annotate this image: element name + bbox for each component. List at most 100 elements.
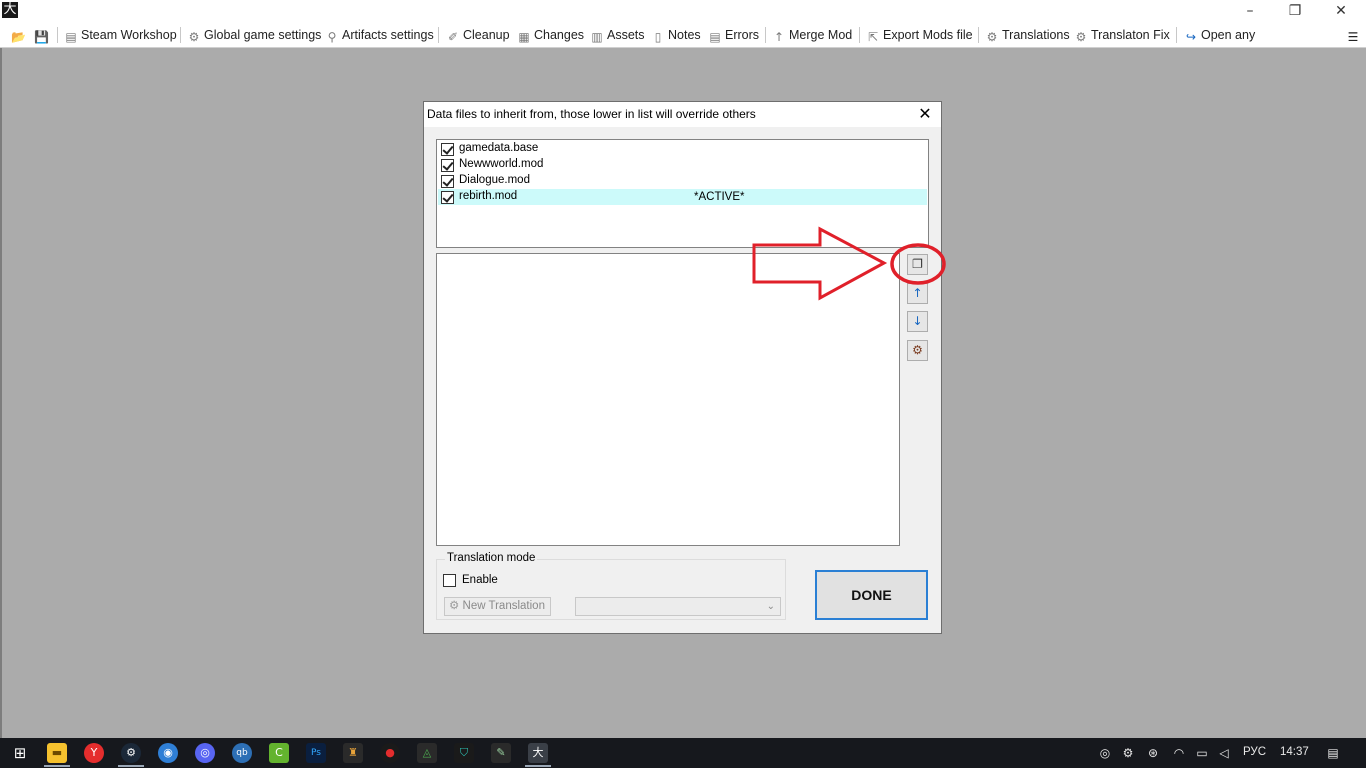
notifications-icon[interactable]: ▤ <box>1325 745 1341 761</box>
merge-mod-label: Merge Mod <box>789 28 853 42</box>
errors-icon: ▤ <box>709 30 721 44</box>
inherit-files-dialog: Data files to inherit from, those lower … <box>423 101 942 634</box>
export-mods-file-button[interactable]: ⇱ Export Mods file <box>866 26 973 44</box>
new-translation-label: New Translation <box>462 600 545 612</box>
artifacts-settings-label: Artifacts settings <box>342 28 434 42</box>
open-any-label: Open any <box>1201 28 1256 42</box>
open-any-button[interactable]: ↪ Open any <box>1184 26 1255 44</box>
yandex-browser-icon[interactable]: Y <box>84 743 104 763</box>
open-folder-icon: 📂 <box>11 30 26 44</box>
save-icon: 💾 <box>34 30 49 44</box>
translation-mode-legend: Translation mode <box>445 552 538 564</box>
cleanup-button[interactable]: ✐ Cleanup <box>446 26 510 44</box>
mod-checkbox[interactable] <box>441 159 454 172</box>
steam-workshop-label: Steam Workshop <box>81 28 177 42</box>
mod-row-active[interactable]: rebirth.mod *ACTIVE* <box>438 189 927 205</box>
mod-row[interactable]: Dialogue.mod <box>438 173 927 189</box>
workshop-icon: ▤ <box>65 30 77 44</box>
export-mods-file-label: Export Mods file <box>883 28 973 42</box>
clock[interactable]: 14:37 <box>1280 746 1309 758</box>
mod-name: gamedata.base <box>459 142 539 154</box>
errors-label: Errors <box>725 28 760 42</box>
translation-language-select[interactable]: ⌄ <box>575 597 781 616</box>
language-indicator[interactable]: РУС <box>1243 746 1266 758</box>
mod-checkbox[interactable] <box>441 143 454 156</box>
mod-row[interactable]: gamedata.base <box>438 141 927 157</box>
cleanup-label: Cleanup <box>463 28 510 42</box>
arrow-down-icon: ↓ <box>912 314 923 328</box>
file-explorer-icon[interactable]: ▬ <box>47 743 67 763</box>
windows-taskbar: ⊞ ▬ Y ⚙ ◉ ◎ qb C Ps ♜ ● ◬ ⛉ ✎ 大 ◎ ⚙ ⊛ ◠ … <box>0 738 1366 768</box>
notes-button[interactable]: ▯ Notes <box>651 26 701 44</box>
errors-button[interactable]: ▤ Errors <box>708 26 759 44</box>
done-button[interactable]: DONE <box>815 570 928 620</box>
close-window-button[interactable]: ✕ <box>1318 0 1364 22</box>
changes-label: Changes <box>534 28 585 42</box>
app-logo-icon: 大 <box>2 2 18 18</box>
translation-fix-button[interactable]: ⚙ Translaton Fix <box>1074 26 1170 44</box>
assets-button[interactable]: ▥ Assets <box>590 26 645 44</box>
changes-button[interactable]: ▦ Changes <box>517 26 584 44</box>
chevron-down-icon: ⌄ <box>766 601 775 612</box>
vpn-shield-icon[interactable]: ⛉ <box>454 743 474 763</box>
mod-checkbox[interactable] <box>441 175 454 188</box>
merge-mod-button[interactable]: ↑ Merge Mod <box>772 26 852 44</box>
move-up-button[interactable]: ↑ <box>907 283 928 304</box>
volume-icon[interactable]: ◁ <box>1216 745 1232 761</box>
open-folder-button[interactable]: 📂 <box>11 26 28 44</box>
arrow-up-icon: ↑ <box>912 286 923 300</box>
broom-icon: ✐ <box>447 30 459 44</box>
restore-button[interactable]: ❐ <box>1272 0 1318 22</box>
enable-translation-label: Enable <box>462 574 498 586</box>
mod-name: rebirth.mod <box>459 190 518 202</box>
wifi-icon[interactable]: ◠ <box>1171 745 1187 761</box>
translations-label: Translations <box>1002 28 1070 42</box>
assets-icon: ▥ <box>591 30 603 44</box>
vpn-tray-icon[interactable]: ⊛ <box>1145 745 1161 761</box>
notes-icon: ▯ <box>654 30 662 44</box>
save-button[interactable]: 💾 <box>34 26 51 44</box>
gear-icon: ⚙ <box>188 30 200 44</box>
inherited-mods-list[interactable]: gamedata.base Newwworld.mod Dialogue.mod… <box>436 139 929 248</box>
toolbar-overflow-button[interactable]: ☰ <box>1346 26 1363 44</box>
dialog-title: Data files to inherit from, those lower … <box>427 107 756 121</box>
qbittorrent-icon[interactable]: qb <box>232 743 252 763</box>
changes-icon: ▦ <box>518 30 530 44</box>
record-icon[interactable]: ● <box>380 743 400 763</box>
global-game-settings-button[interactable]: ⚙ Global game settings <box>187 26 322 44</box>
browser-icon[interactable]: ◉ <box>158 743 178 763</box>
main-toolbar: 📂 💾 ▤ Steam Workshop ⚙ Global game setting… <box>0 22 1366 48</box>
notes-app-icon[interactable]: ✎ <box>491 743 511 763</box>
chrome-icon[interactable]: ◬ <box>417 743 437 763</box>
discord-tray-icon[interactable]: ◎ <box>1097 745 1113 761</box>
photoshop-icon[interactable]: Ps <box>306 743 326 763</box>
translations-icon: ⚙ <box>986 30 998 44</box>
export-icon: ⇱ <box>867 30 879 44</box>
new-translation-button[interactable]: ⚙ New Translation <box>444 597 551 616</box>
windows-start-icon[interactable]: ⊞ <box>10 743 30 763</box>
move-down-button[interactable]: ↓ <box>907 311 928 332</box>
available-mods-list[interactable] <box>436 253 900 546</box>
steam-icon[interactable]: ⚙ <box>121 743 141 763</box>
dialog-close-icon[interactable]: ✕ <box>915 104 935 124</box>
artifact-icon: ⚲ <box>327 30 337 44</box>
merge-arrow-icon: ↑ <box>773 30 785 44</box>
camtasia-icon[interactable]: C <box>269 743 289 763</box>
translations-button[interactable]: ⚙ Translations <box>985 26 1070 44</box>
enable-translation-checkbox[interactable] <box>443 574 456 587</box>
battery-icon[interactable]: ▭ <box>1194 745 1210 761</box>
game-icon[interactable]: ♜ <box>343 743 363 763</box>
mod-editor-icon[interactable]: 大 <box>528 743 548 763</box>
menu-lines-icon: ☰ <box>1347 30 1359 44</box>
add-file-button[interactable]: ❐ <box>907 254 928 275</box>
mod-row[interactable]: Newwworld.mod <box>438 157 927 173</box>
artifacts-settings-button[interactable]: ⚲ Artifacts settings <box>325 26 434 44</box>
assets-label: Assets <box>607 28 645 42</box>
minimize-button[interactable]: – <box>1227 0 1273 22</box>
mod-checkbox[interactable] <box>441 191 454 204</box>
discord-icon[interactable]: ◎ <box>195 743 215 763</box>
steam-workshop-button[interactable]: ▤ Steam Workshop <box>64 26 177 44</box>
mod-settings-button[interactable]: ⚙ <box>907 340 928 361</box>
global-game-settings-label: Global game settings <box>204 28 322 42</box>
steam-tray-icon[interactable]: ⚙ <box>1120 745 1136 761</box>
